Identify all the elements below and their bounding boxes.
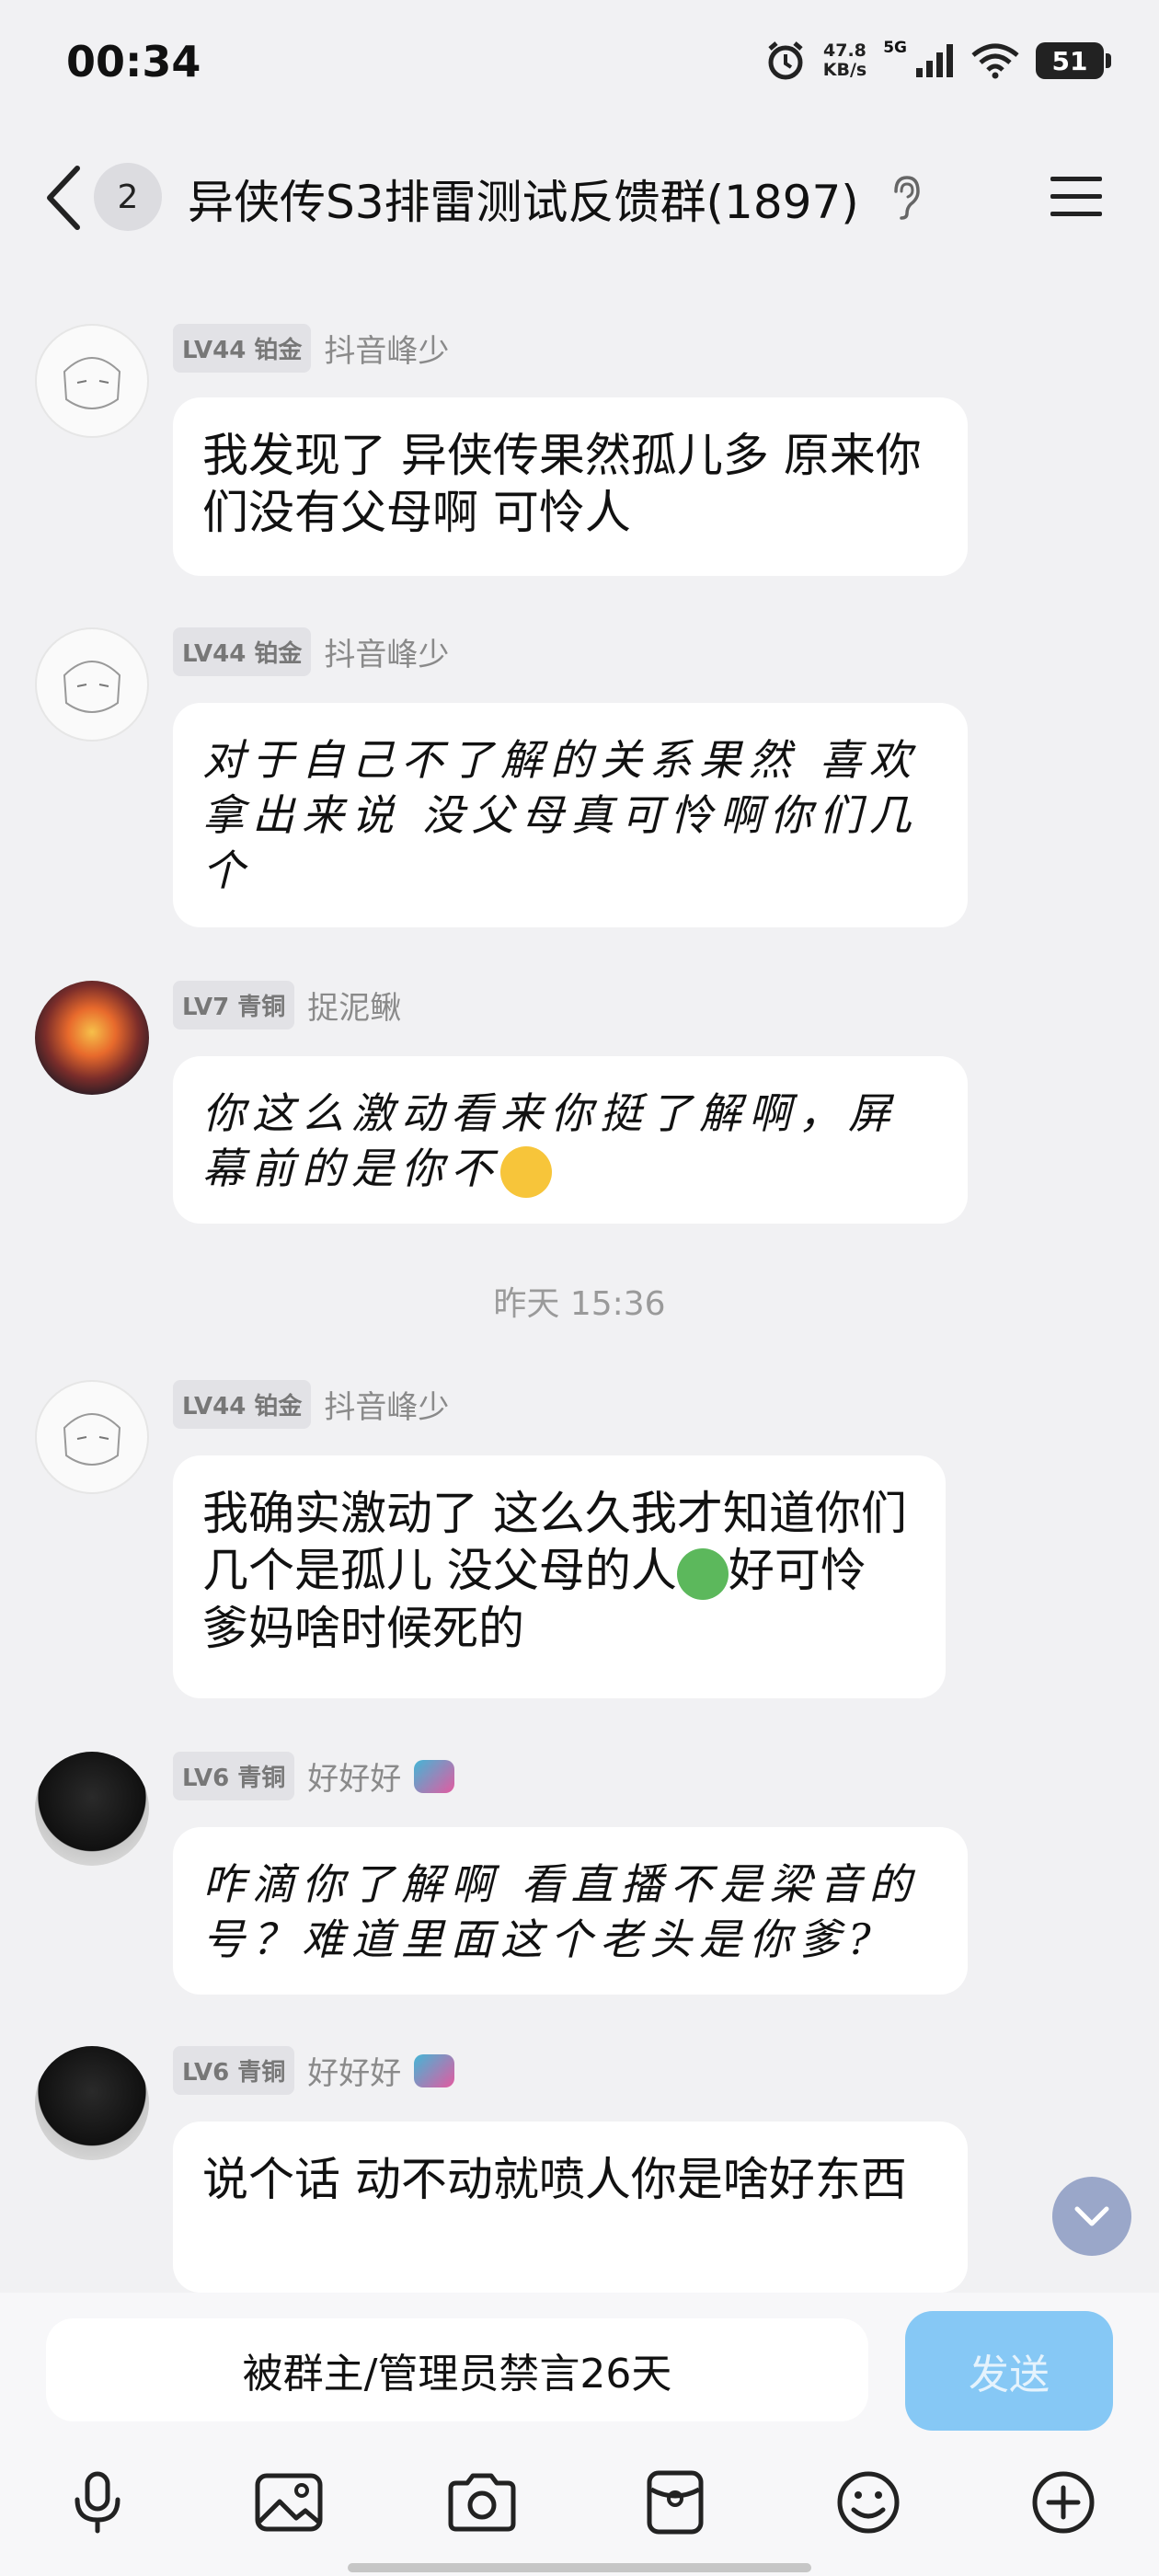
dragon-badge-icon bbox=[414, 1759, 455, 1793]
sketch-avatar-icon bbox=[63, 1413, 121, 1466]
emoji-icon bbox=[837, 2471, 900, 2534]
signal-icon bbox=[916, 44, 953, 77]
level-badge: LV44 铂金 bbox=[173, 627, 312, 676]
red-packet-button[interactable] bbox=[638, 2466, 712, 2539]
battery-indicator: 51 bbox=[1036, 42, 1111, 79]
image-button[interactable] bbox=[252, 2466, 326, 2539]
image-icon bbox=[255, 2473, 323, 2532]
back-icon[interactable] bbox=[37, 161, 92, 235]
avatar[interactable] bbox=[35, 1752, 149, 1866]
message-meta: LV6 青铜 好好好 bbox=[173, 2046, 455, 2095]
level-badge: LV6 青铜 bbox=[173, 1752, 295, 1800]
nickname[interactable]: 捉泥鳅 bbox=[307, 983, 401, 1028]
red-packet-icon bbox=[647, 2470, 704, 2535]
send-button[interactable]: 发送 bbox=[905, 2311, 1113, 2431]
network-speed-unit: KB/s bbox=[822, 60, 867, 80]
sketch-avatar-icon bbox=[63, 661, 121, 713]
dragon-badge-icon bbox=[414, 2053, 455, 2087]
ear-icon[interactable] bbox=[890, 175, 922, 221]
dragon-emoji-icon bbox=[676, 1547, 729, 1600]
sleepy-emoji-icon bbox=[500, 1146, 552, 1198]
avatar[interactable] bbox=[35, 981, 149, 1095]
status-time: 00:34 bbox=[66, 37, 201, 86]
menu-icon[interactable] bbox=[1049, 173, 1104, 221]
message-meta: LV44 铂金 抖音峰少 bbox=[173, 324, 449, 373]
message-bubble[interactable]: 对于自己不了解的关系果然 喜欢拿出来说 没父母真可怜啊你们几个 bbox=[173, 703, 968, 927]
nickname[interactable]: 抖音峰少 bbox=[324, 629, 449, 674]
message-meta: LV7 青铜 捉泥鳅 bbox=[173, 981, 401, 1029]
message-bubble[interactable]: 我确实激动了 这么久我才知道你们几个是孤儿 没父母的人 好可怜 爹妈啥时候死的 bbox=[173, 1455, 946, 1698]
alarm-icon bbox=[768, 41, 803, 80]
time-separator: 昨天 15:36 bbox=[493, 1285, 666, 1323]
message-bubble[interactable]: 说个话 动不动就喷人你是啥好东西 bbox=[173, 2122, 968, 2293]
level-badge: LV6 青铜 bbox=[173, 2046, 295, 2095]
message-bubble[interactable]: 我发现了 异侠传果然孤儿多 原来你们没有父母啊 可怜人 bbox=[173, 397, 968, 576]
avatar[interactable] bbox=[35, 2046, 149, 2160]
camera-icon bbox=[448, 2473, 516, 2532]
network-type: 5G bbox=[883, 39, 907, 57]
emoji-button[interactable] bbox=[832, 2466, 905, 2539]
home-indicator[interactable] bbox=[348, 2563, 811, 2572]
nickname[interactable]: 抖音峰少 bbox=[324, 1382, 449, 1427]
plus-icon bbox=[1032, 2471, 1095, 2534]
sketch-avatar-icon bbox=[63, 357, 121, 409]
network-speed-value: 47.8 bbox=[823, 40, 866, 61]
microphone-button[interactable] bbox=[61, 2466, 134, 2539]
avatar[interactable] bbox=[35, 1380, 149, 1494]
camera-button[interactable] bbox=[445, 2466, 519, 2539]
message-bubble[interactable]: 你这么激动看来你挺了解啊，屏幕前的是你不 bbox=[173, 1056, 968, 1224]
group-title[interactable]: 异侠传S3排雷测试反馈群(1897) bbox=[188, 166, 859, 232]
level-badge: LV44 铂金 bbox=[173, 1380, 312, 1429]
scroll-to-bottom-button[interactable] bbox=[1052, 2177, 1131, 2256]
message-meta: LV44 铂金 抖音峰少 bbox=[173, 627, 449, 676]
avatar[interactable] bbox=[35, 627, 149, 742]
network-speed: 47.8 KB/s bbox=[823, 41, 866, 80]
microphone-icon bbox=[75, 2471, 120, 2534]
chevron-down-icon bbox=[1074, 2206, 1109, 2226]
wifi-icon bbox=[971, 43, 1019, 79]
nickname[interactable]: 好好好 bbox=[307, 2048, 401, 2093]
nickname[interactable]: 抖音峰少 bbox=[324, 326, 449, 371]
message-bubble[interactable]: 咋滴你了解啊 看直播不是梁音的号？难道里面这个老头是你爹? bbox=[173, 1827, 968, 1995]
message-meta: LV6 青铜 好好好 bbox=[173, 1752, 455, 1800]
level-badge: LV44 铂金 bbox=[173, 324, 312, 373]
level-badge: LV7 青铜 bbox=[173, 981, 295, 1029]
status-bar: 00:34 47.8 KB/s 5G 51 bbox=[0, 0, 1159, 129]
avatar[interactable] bbox=[35, 324, 149, 438]
status-icons: 47.8 KB/s 5G 51 bbox=[764, 33, 1111, 88]
muted-input-field[interactable]: 被群主/管理员禁言26天 bbox=[46, 2318, 868, 2421]
message-meta: LV44 铂金 抖音峰少 bbox=[173, 1380, 449, 1429]
nickname[interactable]: 好好好 bbox=[307, 1754, 401, 1799]
more-button[interactable] bbox=[1027, 2466, 1100, 2539]
unread-count-badge[interactable]: 2 bbox=[94, 163, 162, 231]
